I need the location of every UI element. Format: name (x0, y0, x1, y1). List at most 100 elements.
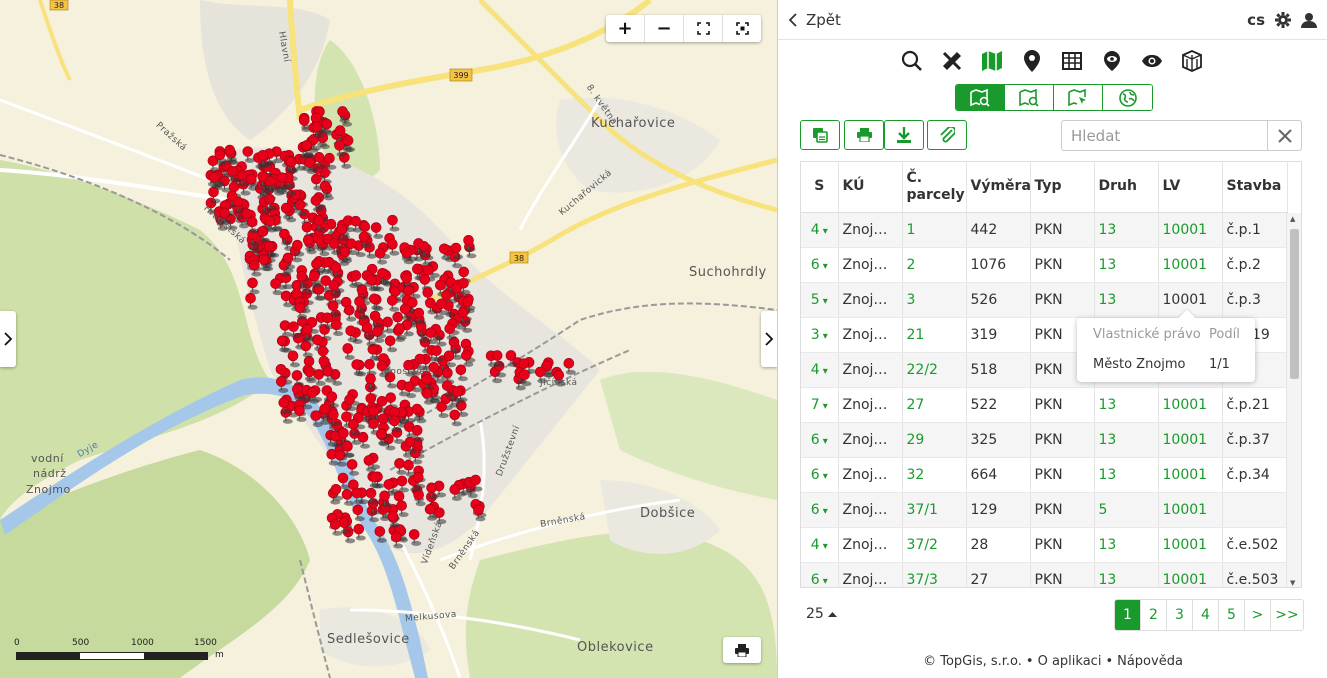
cell-druh[interactable]: 13 (1094, 562, 1159, 587)
page-button[interactable]: 1 (1115, 600, 1141, 630)
cell-lv[interactable]: 10001 (1158, 457, 1223, 493)
download-button[interactable] (884, 120, 924, 150)
tab-map-layers[interactable] (1103, 85, 1152, 110)
building-tool[interactable] (1178, 48, 1206, 74)
column-header-s[interactable]: S (801, 162, 839, 213)
copy-button[interactable] (800, 120, 840, 150)
cell-druh[interactable]: 13 (1094, 527, 1159, 563)
zoom-out-button[interactable]: − (645, 15, 684, 42)
cell-s[interactable]: 5 ▾ (801, 282, 839, 318)
cell-parcel[interactable]: 32 (902, 457, 967, 493)
user-icon[interactable] (1301, 12, 1317, 28)
cell-s[interactable]: 6 ▾ (801, 247, 839, 283)
table-row[interactable]: 6 ▾Znojmo-město21076PKN1310001č.p.2 (801, 247, 1288, 283)
cell-parcel[interactable]: 2 (902, 247, 967, 283)
cell-s[interactable]: 3 ▾ (801, 317, 839, 353)
table-row[interactable]: 7 ▾Znojmo-město27522PKN1310001č.p.21 (801, 387, 1288, 423)
cell-parcel[interactable]: 37/3 (902, 562, 967, 587)
table-row[interactable]: 5 ▾Znojmo-město3526PKN1310001č.p.3 (801, 282, 1288, 318)
cell-s[interactable]: 4 ▾ (801, 212, 839, 248)
cell-lv[interactable]: 10001 (1158, 212, 1223, 248)
search-tool[interactable] (898, 48, 926, 74)
column-header-lv[interactable]: LV (1158, 162, 1223, 213)
cell-lv[interactable]: 10001 (1158, 247, 1223, 283)
page-button[interactable]: 4 (1193, 600, 1219, 630)
cell-druh[interactable]: 13 (1094, 247, 1159, 283)
cell-s[interactable]: 4 ▾ (801, 352, 839, 388)
table-row[interactable]: 4 ▾Znojmo-město1442PKN1310001č.p.1 (801, 212, 1288, 248)
cell-lv[interactable]: 10001 (1158, 562, 1223, 587)
cell-s[interactable]: 7 ▾ (801, 387, 839, 423)
column-header-area[interactable]: Výměra (966, 162, 1031, 213)
table-row[interactable]: 6 ▾Znojmo-město37/1129PKN510001 (801, 492, 1288, 528)
page-button[interactable]: 3 (1167, 600, 1193, 630)
cell-parcel[interactable]: 37/2 (902, 527, 967, 563)
print-map-button[interactable] (723, 637, 761, 663)
attach-button[interactable] (927, 120, 967, 150)
cell-s[interactable]: 6 ▾ (801, 422, 839, 458)
visibility-tool[interactable] (1138, 48, 1166, 74)
zoom-extent-button[interactable] (723, 15, 761, 42)
scrollbar-thumb[interactable] (1290, 229, 1299, 379)
print-button[interactable] (844, 120, 884, 150)
column-header-parcel[interactable]: Č. parcely (902, 162, 967, 213)
location-tool[interactable] (1018, 48, 1046, 74)
tab-map-select[interactable] (1054, 85, 1103, 110)
table-row[interactable]: 6 ▾Znojmo-město37/327PKN1310001č.e.503 (801, 562, 1288, 587)
cell-parcel[interactable]: 3 (902, 282, 967, 318)
column-header-ku[interactable]: KÚ (838, 162, 903, 213)
column-header-type[interactable]: Typ (1030, 162, 1095, 213)
table-row[interactable]: 6 ▾Znojmo-město29325PKN1310001č.p.37 (801, 422, 1288, 458)
cell-druh[interactable]: 13 (1094, 422, 1159, 458)
cell-lv[interactable]: 10001 (1158, 387, 1223, 423)
language-switch[interactable]: cs (1247, 11, 1265, 29)
cell-parcel[interactable]: 29 (902, 422, 967, 458)
tab-search-map[interactable] (956, 85, 1005, 110)
watch-location-tool[interactable] (1098, 48, 1126, 74)
search-input[interactable] (1061, 120, 1269, 151)
page-button[interactable]: 2 (1141, 600, 1167, 630)
cell-lv[interactable]: 10001 (1158, 492, 1223, 528)
cell-druh[interactable]: 5 (1094, 492, 1159, 528)
cell-druh[interactable]: 13 (1094, 212, 1159, 248)
back-button[interactable]: Zpět (788, 11, 841, 29)
cell-parcel[interactable]: 37/1 (902, 492, 967, 528)
cell-parcel[interactable]: 22/2 (902, 352, 967, 388)
scroll-up-arrow[interactable]: ▲ (1290, 215, 1295, 223)
about-link[interactable]: O aplikaci (1038, 654, 1102, 669)
last-page-button[interactable]: >> (1271, 600, 1303, 630)
column-header-druh[interactable]: Druh (1094, 162, 1159, 213)
measure-tool[interactable] (938, 48, 966, 74)
next-page-button[interactable]: > (1245, 600, 1271, 630)
map-view[interactable]: 38 399 38 Kuchařovice Suchohrdly vodní n… (0, 0, 777, 678)
fullscreen-button[interactable] (684, 15, 723, 42)
tab-map-area[interactable] (1005, 85, 1054, 110)
scroll-down-arrow[interactable]: ▼ (1290, 579, 1295, 587)
page-button[interactable]: 5 (1219, 600, 1245, 630)
collapse-left-button[interactable] (0, 311, 16, 367)
cell-druh[interactable]: 13 (1094, 282, 1159, 318)
clear-search-button[interactable] (1267, 120, 1302, 151)
cell-parcel[interactable]: 1 (902, 212, 967, 248)
column-header-stavba[interactable]: Stavba (1222, 162, 1288, 213)
cell-lv[interactable]: 10001 (1158, 422, 1223, 458)
cell-parcel[interactable]: 27 (902, 387, 967, 423)
cell-s[interactable]: 6 ▾ (801, 492, 839, 528)
cell-lv[interactable]: 10001 (1158, 527, 1223, 563)
cell-parcel[interactable]: 21 (902, 317, 967, 353)
zoom-in-button[interactable]: + (606, 15, 645, 42)
parcel-map-tool[interactable] (978, 48, 1006, 74)
cell-druh[interactable]: 13 (1094, 387, 1159, 423)
cell-s[interactable]: 6 ▾ (801, 562, 839, 587)
table-scrollbar[interactable]: ▲ ▼ (1286, 213, 1301, 587)
collapse-panel-button[interactable] (761, 311, 777, 367)
gear-icon[interactable] (1275, 11, 1291, 28)
cell-druh[interactable]: 13 (1094, 457, 1159, 493)
popup-owner[interactable]: Město Znojmo (1093, 357, 1209, 372)
page-size-select[interactable]: 25 (806, 606, 837, 622)
table-tool[interactable] (1058, 48, 1086, 74)
table-row[interactable]: 6 ▾Znojmo-město32664PKN1310001č.p.34 (801, 457, 1288, 493)
cell-s[interactable]: 6 ▾ (801, 457, 839, 493)
cell-s[interactable]: 4 ▾ (801, 527, 839, 563)
map-canvas[interactable]: 38 399 38 (0, 0, 777, 678)
